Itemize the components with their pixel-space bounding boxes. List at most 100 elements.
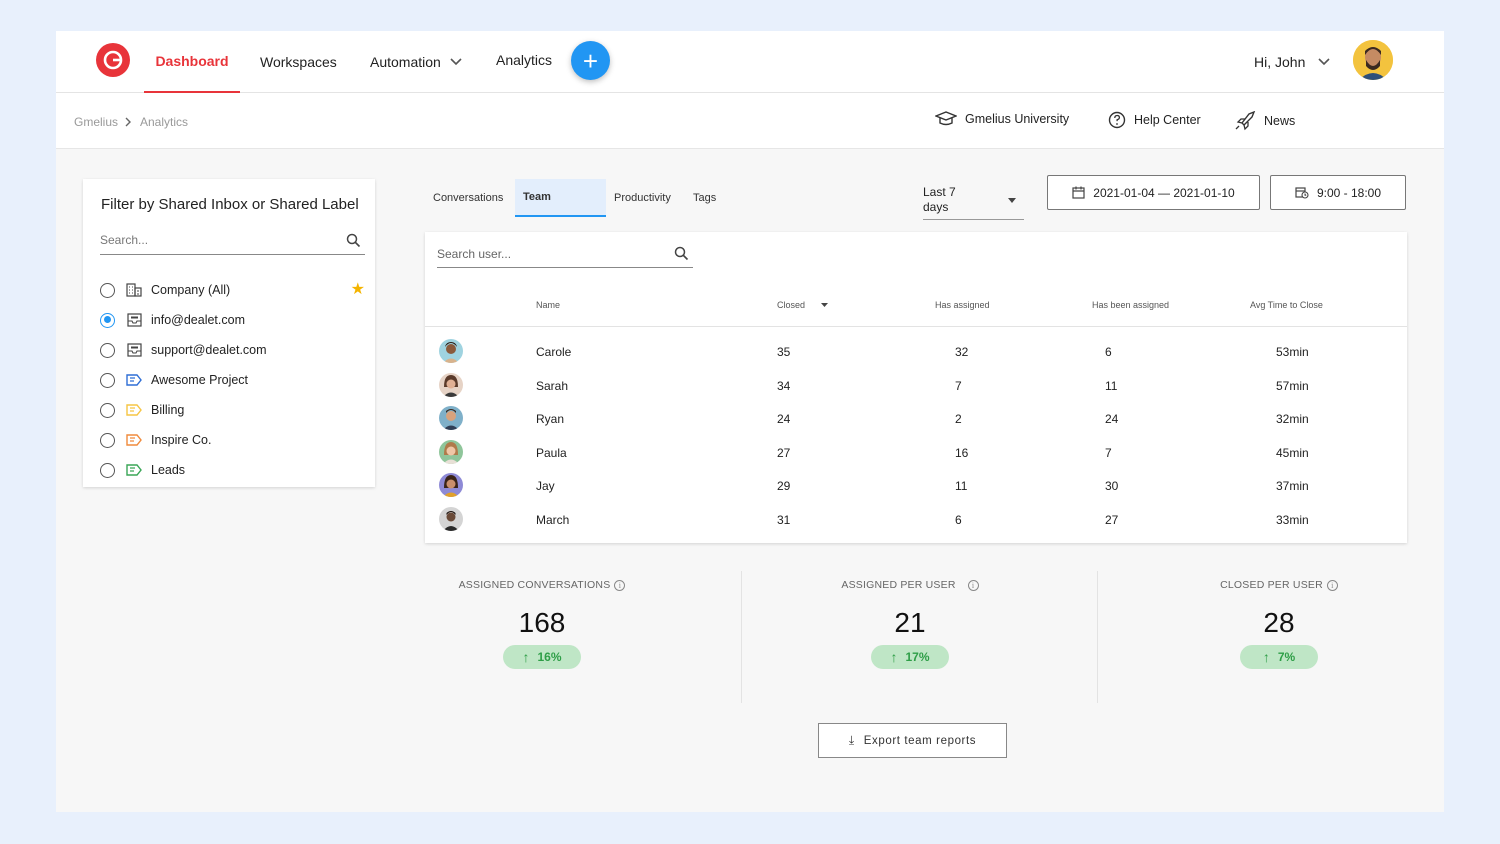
filter-item-label: support@dealet.com bbox=[151, 343, 267, 357]
label-icon bbox=[126, 403, 142, 417]
filter-item-support-inbox[interactable]: support@dealet.com bbox=[100, 335, 365, 365]
filter-item-label: Company (All) bbox=[151, 283, 231, 297]
breadcrumb-current: Analytics bbox=[140, 115, 189, 129]
user-menu[interactable]: Hi, John bbox=[1254, 31, 1331, 93]
add-button[interactable]: + bbox=[571, 41, 610, 80]
avg-time-value: 33min bbox=[1276, 513, 1309, 527]
column-has-been-assigned[interactable]: Has been assigned bbox=[1092, 300, 1169, 310]
filter-item-billing[interactable]: Billing bbox=[100, 395, 365, 425]
user-avatar[interactable] bbox=[1353, 40, 1393, 80]
radio-button[interactable] bbox=[100, 342, 115, 358]
table-row[interactable]: Ryan 24 2 24 32min bbox=[425, 401, 1407, 435]
gmelius-university-link[interactable]: Gmelius University bbox=[935, 111, 1069, 127]
radio-button[interactable] bbox=[100, 312, 115, 328]
chevron-down-icon bbox=[450, 58, 462, 66]
team-table-card: Name Closed Has assigned Has been assign… bbox=[425, 232, 1407, 543]
search-icon[interactable] bbox=[674, 246, 689, 261]
filter-item-label: Inspire Co. bbox=[151, 433, 212, 447]
user-avatar bbox=[439, 507, 463, 531]
nav-analytics[interactable]: Analytics bbox=[496, 29, 552, 91]
nav-automation[interactable]: Automation bbox=[370, 31, 463, 93]
has-assigned-value: 7 bbox=[955, 379, 962, 393]
nav-automation-label: Automation bbox=[370, 54, 441, 70]
news-link[interactable]: News bbox=[1234, 111, 1295, 131]
filter-panel: Filter by Shared Inbox or Shared Label C… bbox=[83, 179, 375, 487]
filter-item-inspire-co[interactable]: Inspire Co. bbox=[100, 425, 365, 455]
range-select[interactable]: Last 7 days bbox=[923, 185, 1024, 220]
filter-item-info-inbox[interactable]: info@dealet.com bbox=[100, 305, 365, 335]
news-label: News bbox=[1264, 114, 1296, 128]
breadcrumb-root[interactable]: Gmelius bbox=[74, 115, 118, 129]
filter-title: Filter by Shared Inbox or Shared Label bbox=[101, 196, 359, 213]
stat-divider bbox=[1097, 571, 1098, 703]
column-name[interactable]: Name bbox=[536, 300, 560, 310]
has-assigned-value: 6 bbox=[955, 513, 962, 527]
filter-item-label: Billing bbox=[151, 403, 185, 417]
been-assigned-value: 24 bbox=[1105, 412, 1119, 426]
export-team-reports-button[interactable]: ⤓ Export team reports bbox=[818, 723, 1007, 758]
date-range-button[interactable]: 2021-01-04 — 2021-01-10 bbox=[1047, 175, 1260, 210]
radio-button[interactable] bbox=[100, 402, 115, 418]
filter-item-label: Leads bbox=[151, 463, 186, 477]
radio-button[interactable] bbox=[100, 432, 115, 448]
calendar-clock-icon bbox=[1295, 187, 1309, 199]
filter-item-leads[interactable]: Leads bbox=[100, 455, 365, 485]
inbox-icon bbox=[126, 313, 142, 327]
been-assigned-value: 27 bbox=[1105, 513, 1119, 527]
star-icon[interactable]: ★ bbox=[351, 282, 365, 298]
column-avg-time[interactable]: Avg Time to Close bbox=[1250, 300, 1323, 310]
nav-workspaces[interactable]: Workspaces bbox=[260, 31, 337, 93]
arrow-up-icon: ↑ bbox=[890, 649, 898, 665]
info-icon[interactable]: i bbox=[1326, 579, 1338, 591]
radio-button[interactable] bbox=[100, 462, 115, 478]
user-search bbox=[437, 244, 693, 268]
avg-time-value: 57min bbox=[1276, 379, 1309, 393]
filter-search bbox=[100, 231, 365, 255]
tab-team[interactable]: Team bbox=[515, 179, 606, 217]
graduation-cap-icon bbox=[935, 111, 957, 126]
has-assigned-value: 16 bbox=[955, 446, 969, 460]
tab-tags[interactable]: Tags bbox=[685, 179, 724, 217]
table-row[interactable]: Carole 35 32 6 53min bbox=[425, 334, 1407, 368]
tab-productivity[interactable]: Productivity bbox=[606, 179, 679, 217]
help-center-link[interactable]: Help Center bbox=[1108, 111, 1201, 129]
search-icon[interactable] bbox=[346, 233, 361, 248]
closed-value: 29 bbox=[777, 479, 791, 493]
avg-time-value: 37min bbox=[1276, 479, 1309, 493]
table-row[interactable]: March 31 6 27 33min bbox=[425, 502, 1407, 536]
chevron-down-icon bbox=[1318, 58, 1330, 66]
stat-closed-per-user: CLOSED PER USER i 28 ↑ 7% bbox=[1129, 571, 1429, 703]
filter-item-awesome-project[interactable]: Awesome Project bbox=[100, 365, 365, 395]
time-range-button[interactable]: 9:00 - 18:00 bbox=[1270, 175, 1406, 210]
user-avatar bbox=[439, 339, 463, 363]
question-circle-icon bbox=[1108, 111, 1126, 129]
rocket-icon bbox=[1235, 111, 1256, 131]
closed-value: 34 bbox=[777, 379, 791, 393]
filter-search-input[interactable] bbox=[100, 231, 330, 249]
table-row[interactable]: Sarah 34 7 11 57min bbox=[425, 368, 1407, 402]
tab-conversations[interactable]: Conversations bbox=[425, 179, 511, 217]
radio-button[interactable] bbox=[100, 372, 115, 388]
stat-divider bbox=[741, 571, 742, 703]
user-name: Paula bbox=[536, 446, 567, 460]
info-icon[interactable]: i bbox=[967, 579, 979, 591]
stat-change-badge: ↑ 17% bbox=[871, 645, 949, 669]
sort-down-icon[interactable] bbox=[820, 302, 829, 308]
gmelius-logo[interactable] bbox=[96, 43, 130, 77]
download-icon: ⤓ bbox=[848, 733, 855, 747]
column-has-assigned[interactable]: Has assigned bbox=[935, 300, 990, 310]
avg-time-value: 53min bbox=[1276, 345, 1309, 359]
radio-button[interactable] bbox=[100, 282, 115, 298]
table-row[interactable]: Paula 27 16 7 45min bbox=[425, 435, 1407, 469]
user-search-input[interactable] bbox=[437, 244, 657, 264]
label-icon bbox=[126, 373, 142, 387]
table-row[interactable]: Jay 29 11 30 37min bbox=[425, 468, 1407, 502]
gmelius-university-label: Gmelius University bbox=[965, 112, 1070, 126]
been-assigned-value: 30 bbox=[1105, 479, 1119, 493]
nav-dashboard[interactable]: Dashboard bbox=[144, 31, 240, 93]
column-closed[interactable]: Closed bbox=[777, 300, 829, 310]
label-icon bbox=[126, 463, 142, 477]
filter-item-company[interactable]: Company (All) ★ bbox=[100, 275, 365, 305]
info-icon[interactable]: i bbox=[614, 579, 626, 591]
sub-header: Gmelius Analytics Gmelius University Hel… bbox=[56, 93, 1444, 149]
